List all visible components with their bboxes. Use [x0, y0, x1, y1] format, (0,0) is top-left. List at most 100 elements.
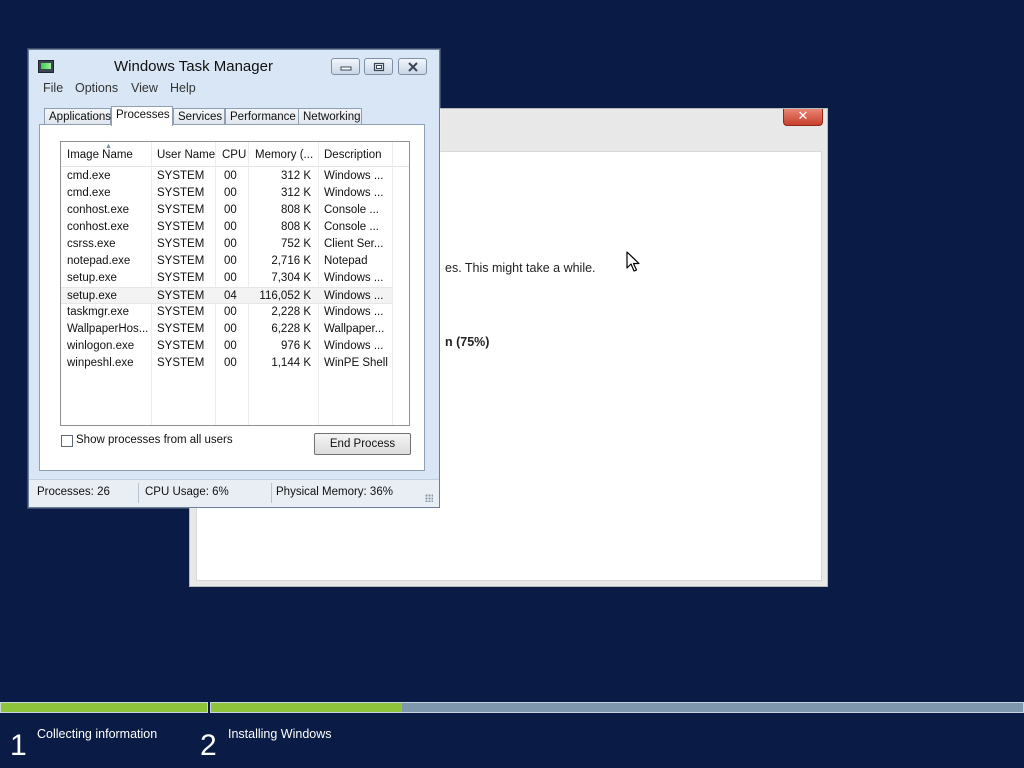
tab-processes[interactable]: Processes — [111, 106, 173, 126]
column-memory[interactable]: Memory (... — [255, 149, 313, 161]
process-user: SYSTEM — [157, 204, 205, 216]
install-progress-strip — [0, 702, 1024, 713]
column-user-name[interactable]: User Name — [157, 149, 215, 161]
process-description: Notepad — [324, 255, 368, 267]
process-name: notepad.exe — [67, 255, 131, 267]
process-memory: 7,304 K — [271, 272, 311, 284]
step-number: 1 — [10, 729, 27, 762]
process-row[interactable]: winpeshl.exe SYSTEM 00 1,144 K WinPE Shell — [61, 355, 392, 372]
process-cpu: 00 — [224, 221, 237, 233]
process-description: Windows ... — [324, 272, 384, 284]
setup-close-button[interactable]: ✕ — [783, 109, 823, 126]
process-row[interactable]: WallpaperHos... SYSTEM 00 6,228 K Wallpaper.… — [61, 321, 392, 338]
process-cpu: 00 — [224, 340, 237, 352]
process-description: Wallpaper... — [324, 323, 385, 335]
process-row[interactable]: conhost.exe SYSTEM 00 808 K Console ... — [61, 219, 392, 236]
process-memory: 1,144 K — [271, 357, 311, 369]
process-memory: 116,052 K — [259, 290, 311, 302]
process-memory: 6,228 K — [271, 323, 311, 335]
process-row[interactable]: setup.exe SYSTEM 00 7,304 K Windows ... — [61, 270, 392, 287]
process-user: SYSTEM — [157, 170, 205, 182]
tab-performance[interactable]: Performance — [225, 108, 299, 125]
progress-segment-collecting — [0, 702, 208, 713]
process-name: conhost.exe — [67, 221, 130, 233]
progress-fill-installing — [211, 703, 402, 712]
resize-grip-icon[interactable] — [425, 494, 433, 502]
menu-view[interactable]: View — [131, 81, 158, 95]
status-physical-memory: Physical Memory: 36% — [276, 486, 393, 498]
process-row[interactable]: setup.exe SYSTEM 04 116,052 K Windows ... — [61, 287, 392, 304]
status-cpu-usage: CPU Usage: 6% — [145, 486, 229, 498]
process-description: Windows ... — [324, 306, 384, 318]
process-user: SYSTEM — [157, 221, 205, 233]
process-user: SYSTEM — [157, 255, 205, 267]
menu-file[interactable]: File — [43, 81, 63, 95]
process-row[interactable]: conhost.exe SYSTEM 00 808 K Console ... — [61, 202, 392, 219]
close-icon — [407, 62, 418, 72]
column-divider[interactable] — [392, 142, 393, 425]
progress-segment-installing — [210, 702, 1024, 713]
menu-options[interactable]: Options — [75, 81, 118, 95]
process-name: winlogon.exe — [67, 340, 135, 352]
menu-help[interactable]: Help — [170, 81, 196, 95]
process-cpu: 00 — [224, 306, 237, 318]
process-cpu: 00 — [224, 323, 237, 335]
process-memory: 976 K — [280, 340, 311, 352]
process-user: SYSTEM — [157, 306, 205, 318]
process-name: setup.exe — [67, 272, 117, 284]
process-row[interactable]: winlogon.exe SYSTEM 00 976 K Windows ... — [61, 338, 392, 355]
process-user: SYSTEM — [157, 272, 205, 284]
process-description: Windows ... — [324, 187, 384, 199]
column-description[interactable]: Description — [324, 149, 382, 161]
title-bar[interactable]: Windows Task Manager — [29, 50, 439, 82]
tab-services[interactable]: Services — [173, 108, 225, 125]
process-cpu: 00 — [224, 204, 237, 216]
process-cpu: 00 — [224, 272, 237, 284]
process-memory: 808 K — [280, 221, 311, 233]
progress-fill-collecting — [1, 703, 207, 712]
tab-applications[interactable]: Applications — [44, 108, 111, 125]
restore-icon — [373, 62, 384, 72]
process-name: cmd.exe — [67, 187, 111, 199]
process-memory: 312 K — [280, 170, 311, 182]
menu-bar: File Options View Help — [29, 79, 439, 99]
process-cpu: 00 — [224, 187, 237, 199]
process-row[interactable]: taskmgr.exe SYSTEM 00 2,228 K Windows ... — [61, 304, 392, 321]
process-description: Console ... — [324, 221, 379, 233]
process-memory: 808 K — [280, 204, 311, 216]
end-process-button[interactable]: End Process — [314, 433, 411, 455]
close-button[interactable] — [398, 58, 427, 75]
process-row[interactable]: csrss.exe SYSTEM 00 752 K Client Ser... — [61, 236, 392, 253]
tab-networking[interactable]: Networking — [298, 108, 362, 125]
process-row[interactable]: cmd.exe SYSTEM 00 312 K Windows ... — [61, 185, 392, 202]
processes-panel: ▲ Image Name User Name CPU Memory (... D… — [39, 124, 425, 471]
process-memory: 2,228 K — [271, 306, 311, 318]
restore-button[interactable] — [364, 58, 393, 75]
process-name: taskmgr.exe — [67, 306, 129, 318]
setup-status-message: es. This might take a while. — [445, 261, 596, 275]
process-cpu: 00 — [224, 238, 237, 250]
column-header-row: ▲ Image Name User Name CPU Memory (... D… — [61, 142, 409, 167]
process-user: SYSTEM — [157, 238, 205, 250]
process-list[interactable]: ▲ Image Name User Name CPU Memory (... D… — [60, 141, 410, 426]
task-manager-icon[interactable] — [38, 60, 54, 73]
process-name: conhost.exe — [67, 204, 130, 216]
process-user: SYSTEM — [157, 290, 205, 302]
step-number: 2 — [200, 729, 217, 762]
process-row[interactable]: notepad.exe SYSTEM 00 2,716 K Notepad — [61, 253, 392, 270]
column-image-name[interactable]: Image Name — [67, 149, 133, 161]
step-label: Installing Windows — [228, 727, 332, 741]
minimize-button[interactable] — [331, 58, 360, 75]
show-all-users-label[interactable]: Show processes from all users — [76, 434, 233, 446]
status-bar: Processes: 26 CPU Usage: 6% Physical Mem… — [29, 479, 439, 507]
process-row[interactable]: cmd.exe SYSTEM 00 312 K Windows ... — [61, 168, 392, 185]
process-cpu: 04 — [224, 290, 237, 302]
column-cpu[interactable]: CPU — [222, 149, 246, 161]
show-all-users-checkbox[interactable] — [61, 435, 73, 447]
step-label: Collecting information — [37, 727, 158, 741]
process-user: SYSTEM — [157, 187, 205, 199]
mouse-cursor-icon — [626, 251, 640, 272]
window-title: Windows Task Manager — [114, 58, 273, 75]
process-memory: 752 K — [280, 238, 311, 250]
process-name: cmd.exe — [67, 170, 111, 182]
